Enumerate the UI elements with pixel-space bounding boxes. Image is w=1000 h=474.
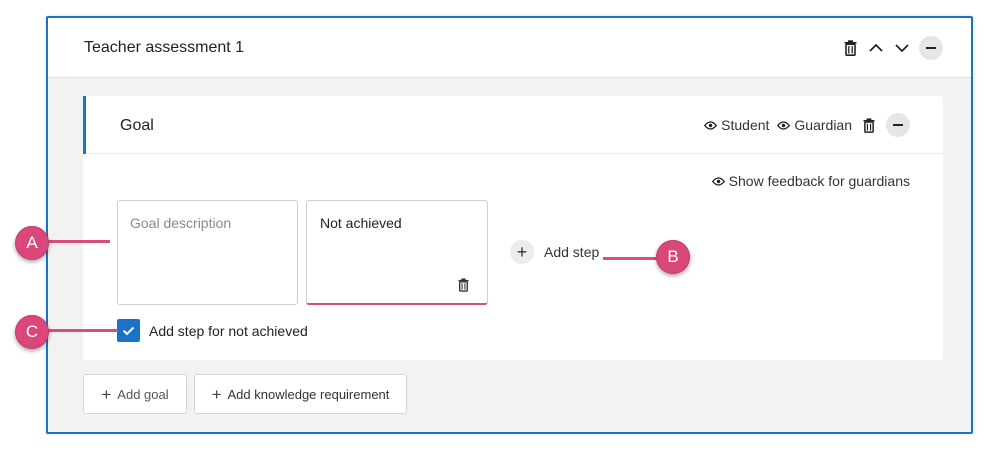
goal-header-actions: Student Guardian xyxy=(704,113,910,137)
callout-a-line xyxy=(44,240,110,243)
goal-accent-bar xyxy=(83,96,86,154)
assessment-header-actions xyxy=(841,36,943,60)
trash-icon[interactable] xyxy=(458,278,469,295)
assessment-title: Teacher assessment 1 xyxy=(84,39,245,56)
plus-icon: + xyxy=(101,384,112,404)
add-goal-label: Add goal xyxy=(117,386,169,402)
show-feedback-guardians-link[interactable]: Show feedback for guardians xyxy=(711,173,910,189)
trash-icon[interactable] xyxy=(860,113,878,137)
add-knowledge-label: Add knowledge requirement xyxy=(227,386,390,402)
chevron-up-icon[interactable] xyxy=(867,36,885,60)
goal-description-placeholder: Goal description xyxy=(130,215,232,231)
minus-icon xyxy=(926,47,936,49)
goal-description-input[interactable]: Goal description xyxy=(117,200,298,305)
callout-a: A xyxy=(15,226,49,260)
collapse-assessment-button[interactable] xyxy=(919,36,943,60)
add-step-button[interactable]: + Add step xyxy=(510,240,599,264)
not-achieved-step-input[interactable]: Not achieved xyxy=(306,200,488,305)
add-knowledge-requirement-button[interactable]: + Add knowledge requirement xyxy=(194,374,407,414)
callout-c: C xyxy=(15,315,49,349)
teacher-assessment-card: Teacher assessment 1 Goal Student Guardi… xyxy=(46,16,973,434)
student-label: Student xyxy=(721,117,770,133)
step-value: Not achieved xyxy=(320,215,402,231)
trash-icon[interactable] xyxy=(841,36,859,60)
minus-icon xyxy=(893,124,903,126)
show-feedback-label: Show feedback for guardians xyxy=(728,173,910,189)
plus-icon: + xyxy=(510,240,534,264)
callout-b-line xyxy=(603,257,663,260)
check-icon xyxy=(122,326,135,335)
guardian-label: Guardian xyxy=(794,117,852,133)
collapse-goal-button[interactable] xyxy=(886,113,910,137)
add-step-not-achieved-row: Add step for not achieved xyxy=(117,319,308,342)
guardian-visibility-toggle[interactable]: Guardian xyxy=(777,117,852,133)
goal-card: Goal Student Guardian Show feedback for … xyxy=(83,96,943,360)
callout-c-line xyxy=(44,329,118,332)
student-visibility-toggle[interactable]: Student xyxy=(704,117,769,133)
goal-header: Goal Student Guardian xyxy=(83,96,943,154)
add-step-label: Add step xyxy=(544,244,600,260)
plus-icon: + xyxy=(211,384,222,404)
add-step-not-achieved-checkbox[interactable] xyxy=(117,319,140,342)
assessment-header: Teacher assessment 1 xyxy=(48,18,971,78)
chevron-down-icon[interactable] xyxy=(893,36,911,60)
callout-b: B xyxy=(656,240,690,274)
eye-icon xyxy=(777,120,791,130)
goal-title: Goal xyxy=(120,117,154,134)
eye-icon xyxy=(711,176,725,186)
add-goal-button[interactable]: + Add goal xyxy=(83,374,187,414)
eye-icon xyxy=(704,120,718,130)
checkbox-label: Add step for not achieved xyxy=(149,322,308,339)
